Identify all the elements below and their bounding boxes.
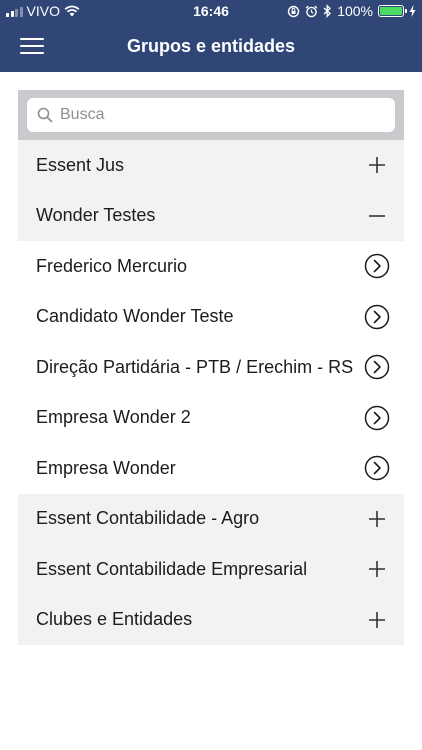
row-label: Essent Jus <box>36 154 125 175</box>
alarm-icon <box>305 5 318 17</box>
chevron-right-circle-icon[interactable] <box>364 455 390 481</box>
group-row[interactable]: Wonder Testes <box>18 190 404 241</box>
entity-row[interactable]: Candidato Wonder Teste <box>18 291 404 342</box>
row-label: Empresa Wonder 2 <box>36 407 191 428</box>
row-label: Direção Partidária - PTB / Erechim - RS <box>36 356 354 377</box>
navigation-bar: Grupos e entidades <box>0 22 422 72</box>
groups-list: Essent Jus Wonder Testes Frederico Mercuri… <box>18 90 404 645</box>
plus-icon[interactable] <box>364 556 390 582</box>
orientation-lock-icon <box>287 5 300 17</box>
row-label: Empresa Wonder <box>36 457 176 478</box>
group-row[interactable]: Essent Jus <box>18 140 404 191</box>
group-row[interactable]: Clubes e Entidades <box>18 594 404 645</box>
search-input[interactable] <box>60 98 380 132</box>
entity-row[interactable]: Empresa Wonder 2 <box>18 392 404 443</box>
chevron-right-circle-icon[interactable] <box>364 304 390 330</box>
battery-percent: 100% <box>337 3 373 19</box>
search-box[interactable] <box>27 98 395 132</box>
entity-row[interactable]: Direção Partidária - PTB / Erechim - RS <box>18 342 404 393</box>
search-bar <box>18 90 404 140</box>
battery-icon <box>378 5 407 17</box>
minus-icon[interactable] <box>364 203 390 229</box>
plus-icon[interactable] <box>364 152 390 178</box>
chevron-right-circle-icon[interactable] <box>364 253 390 279</box>
row-label: Frederico Mercurio <box>36 255 188 276</box>
row-label: Candidato Wonder Teste <box>36 306 234 327</box>
page-title: Grupos e entidades <box>126 36 296 56</box>
plus-icon[interactable] <box>364 506 390 532</box>
search-icon <box>37 107 53 123</box>
group-row[interactable]: Essent Contabilidade Empresarial <box>18 544 404 595</box>
row-label: Wonder Testes <box>36 205 156 226</box>
chevron-right-circle-icon[interactable] <box>364 354 390 380</box>
row-label: Clubes e Entidades <box>36 609 193 630</box>
bluetooth-icon <box>323 4 332 18</box>
row-label: Essent Contabilidade Empresarial <box>36 558 308 579</box>
entity-row[interactable]: Empresa Wonder <box>18 443 404 494</box>
charging-bolt-icon <box>409 5 416 17</box>
group-row[interactable]: Essent Contabilidade - Agro <box>18 493 404 544</box>
rows-container: Essent Jus Wonder Testes Frederico Mercuri… <box>18 140 404 645</box>
entity-row[interactable]: Frederico Mercurio <box>18 241 404 292</box>
plus-icon[interactable] <box>364 607 390 633</box>
status-right: 100% <box>287 3 416 19</box>
chevron-right-circle-icon[interactable] <box>364 405 390 431</box>
row-label: Essent Contabilidade - Agro <box>36 508 260 529</box>
status-bar: VIVO 16:46 100% <box>0 0 422 22</box>
